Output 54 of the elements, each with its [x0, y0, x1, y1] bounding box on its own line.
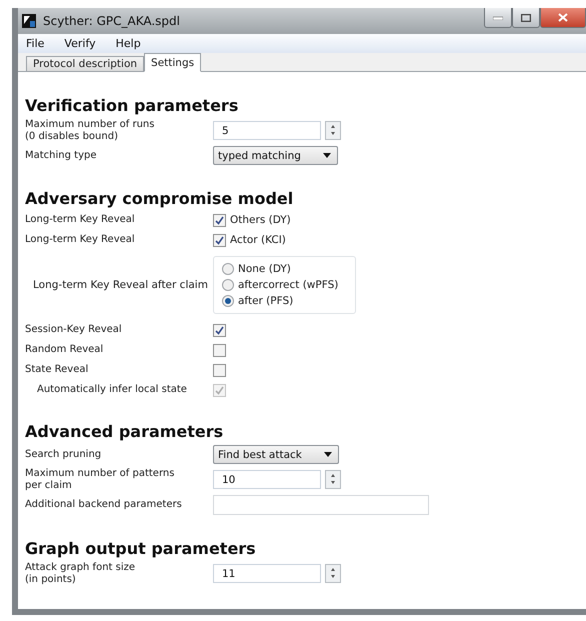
checkbox-label: Actor (KCI)	[230, 234, 286, 246]
tab[interactable]: Settings	[144, 53, 202, 72]
maximize-icon	[521, 14, 531, 22]
field-label: State Reveal	[25, 364, 90, 376]
field-label: Additional backend parameters	[25, 499, 183, 511]
number-field[interactable]: 11	[213, 564, 321, 583]
spinner[interactable]	[325, 121, 341, 140]
radio-button[interactable]	[222, 279, 234, 291]
section-heading: Advanced parameters	[25, 422, 224, 441]
spinner[interactable]	[325, 564, 341, 583]
radio-label: None (DY)	[238, 263, 291, 275]
minimize-button[interactable]	[484, 8, 512, 28]
caret-icon	[324, 452, 332, 457]
close-icon	[558, 13, 568, 22]
checkbox-label: Others (DY)	[230, 214, 291, 226]
minimize-icon	[493, 16, 503, 20]
section-heading: Verification parameters	[25, 96, 240, 115]
maximize-button[interactable]	[512, 8, 540, 28]
app-icon	[22, 14, 36, 28]
field-label: Session-Key Reveal	[25, 324, 123, 336]
radio-label: after (PFS)	[238, 295, 294, 307]
radio-button[interactable]	[222, 263, 234, 275]
field-label: Long-term Key Reveal	[25, 234, 136, 246]
number-field[interactable]: 10	[213, 470, 321, 489]
checkbox[interactable]	[213, 234, 226, 246]
caret-icon	[322, 153, 331, 158]
field-label: Attack graph font size (in points)	[25, 562, 136, 585]
field-label: Search pruning	[25, 448, 102, 460]
spinner[interactable]	[325, 470, 341, 489]
menu-item[interactable]: Help	[116, 37, 141, 50]
menu-item[interactable]: File	[26, 37, 44, 50]
field-label: Maximum number of patterns per claim	[25, 468, 176, 491]
window-title: Scyther: GPC_AKA.spdl	[43, 14, 182, 28]
section-heading: Adversary compromise model	[25, 189, 294, 208]
radio-label: aftercorrect (wPFS)	[238, 279, 338, 291]
number-field[interactable]: 5	[213, 121, 321, 140]
field-label: Matching type	[25, 150, 98, 162]
field-label: Long-term Key Reveal after claim	[32, 279, 209, 291]
dropdown[interactable]: Find best attack	[213, 445, 339, 464]
radio-button[interactable]	[222, 295, 234, 307]
field-label: Automatically infer local state	[36, 384, 188, 396]
close-button[interactable]	[540, 8, 586, 28]
checkbox[interactable]	[213, 324, 226, 336]
checkbox[interactable]	[213, 214, 226, 226]
dropdown[interactable]: typed matching	[213, 146, 338, 165]
menu-item[interactable]: Verify	[64, 37, 96, 50]
tab[interactable]: Protocol description	[26, 56, 144, 72]
checkbox[interactable]	[213, 364, 226, 376]
field-label: Random Reveal	[25, 344, 104, 356]
checkbox[interactable]	[213, 344, 226, 356]
input-field[interactable]	[213, 495, 429, 515]
field-label: Long-term Key Reveal	[25, 214, 136, 226]
section-heading: Graph output parameters	[25, 539, 257, 558]
field-label: Maximum number of runs (0 disables bound)	[25, 119, 156, 142]
